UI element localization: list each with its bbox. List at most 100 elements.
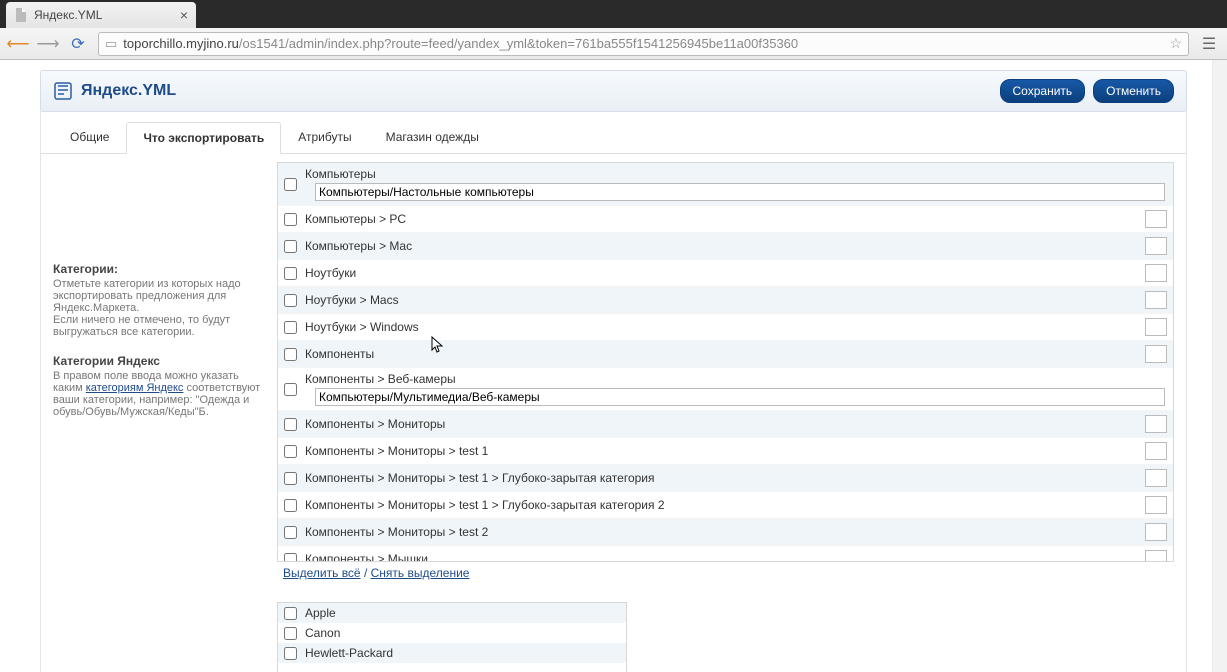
category-label: Ноутбуки > Macs bbox=[305, 293, 1137, 307]
page-header: Яндекс.YML Сохранить Отменить bbox=[40, 70, 1187, 112]
manufacturer-row: Apple bbox=[278, 603, 626, 623]
feed-icon bbox=[53, 81, 73, 101]
category-label: Компоненты > Мониторы > test 1 bbox=[305, 444, 1137, 458]
browser-tabbar: Яндекс.YML × bbox=[0, 0, 1227, 28]
category-label: Компьютеры bbox=[305, 167, 1167, 181]
category-label: Компоненты bbox=[305, 347, 1137, 361]
category-checkbox[interactable] bbox=[284, 178, 297, 191]
file-icon bbox=[14, 8, 28, 22]
yandex-categories-link[interactable]: категориям Яндекс bbox=[86, 382, 184, 394]
category-checkbox[interactable] bbox=[284, 445, 297, 458]
forward-icon[interactable]: ⟶ bbox=[38, 34, 58, 54]
category-mapping-input[interactable] bbox=[1145, 210, 1167, 228]
tab-0[interactable]: Общие bbox=[53, 121, 126, 153]
category-mapping-input[interactable] bbox=[1145, 318, 1167, 336]
selection-links: Выделить всё / Снять выделение bbox=[277, 562, 1174, 584]
category-checkbox[interactable] bbox=[284, 213, 297, 226]
categories-help: Отметьте категории из которых надо экспо… bbox=[53, 278, 263, 338]
category-checkbox[interactable] bbox=[284, 553, 297, 563]
category-mapping-input[interactable] bbox=[1145, 523, 1167, 541]
menu-icon[interactable]: ☰ bbox=[1199, 34, 1219, 54]
manufacturer-checkbox[interactable] bbox=[284, 607, 297, 620]
manufacturer-row: Canon bbox=[278, 623, 626, 643]
back-icon[interactable]: ⟵ bbox=[8, 34, 28, 54]
manufacturer-label: Canon bbox=[305, 626, 340, 640]
category-mapping-input[interactable] bbox=[1145, 496, 1167, 514]
category-label: Ноутбуки bbox=[305, 266, 1137, 280]
cancel-button[interactable]: Отменить bbox=[1093, 79, 1174, 103]
category-checkbox[interactable] bbox=[284, 383, 297, 396]
category-row: Компоненты > Мышки bbox=[278, 546, 1173, 562]
category-label: Компоненты > Мониторы > test 1 > Глубоко… bbox=[305, 498, 1137, 512]
category-label: Компоненты > Мониторы bbox=[305, 417, 1137, 431]
category-mapping-input[interactable] bbox=[1145, 345, 1167, 363]
globe-icon: ▭ bbox=[105, 36, 117, 52]
category-mapping-input[interactable] bbox=[1145, 442, 1167, 460]
tab-3[interactable]: Магазин одежды bbox=[369, 121, 496, 153]
category-mapping-input[interactable] bbox=[1145, 291, 1167, 309]
category-row: Компоненты bbox=[278, 341, 1173, 368]
category-label: Компоненты > Мышки bbox=[305, 552, 1137, 562]
category-checkbox[interactable] bbox=[284, 472, 297, 485]
tab-2[interactable]: Атрибуты bbox=[281, 121, 368, 153]
category-checkbox[interactable] bbox=[284, 321, 297, 334]
page-title: Яндекс.YML bbox=[81, 82, 176, 100]
category-mapping-input[interactable] bbox=[315, 388, 1165, 406]
category-label: Компоненты > Мониторы > test 2 bbox=[305, 525, 1137, 539]
deselect-all-link[interactable]: Снять выделение bbox=[371, 566, 470, 580]
tabs: ОбщиеЧто экспортироватьАтрибутыМагазин о… bbox=[41, 121, 1186, 154]
category-row: Компоненты > Мониторы bbox=[278, 411, 1173, 438]
category-checkbox[interactable] bbox=[284, 294, 297, 307]
category-mapping-input[interactable] bbox=[1145, 264, 1167, 282]
category-row: Компоненты > Мониторы > test 1 > Глубоко… bbox=[278, 492, 1173, 519]
category-row: Компоненты > Веб-камеры bbox=[278, 368, 1173, 411]
save-button[interactable]: Сохранить bbox=[1000, 79, 1086, 103]
categories-scrollbox[interactable]: Компьютеры Компьютеры > PC Компьютеры > Ma… bbox=[277, 162, 1174, 562]
url-host: toporchillo.myjino.ru bbox=[123, 36, 239, 51]
category-row: Компьютеры bbox=[278, 163, 1173, 206]
category-row: Ноутбуки > Macs bbox=[278, 287, 1173, 314]
category-row: Компоненты > Мониторы > test 1 > Глубоко… bbox=[278, 465, 1173, 492]
category-mapping-input[interactable] bbox=[1145, 469, 1167, 487]
manufacturers-scrollbox[interactable]: Apple Canon Hewlett-Packard bbox=[277, 602, 627, 672]
category-mapping-input[interactable] bbox=[1145, 415, 1167, 433]
reload-icon[interactable]: ⟳ bbox=[68, 34, 88, 54]
category-checkbox[interactable] bbox=[284, 526, 297, 539]
address-bar[interactable]: ▭ toporchillo.myjino.ru/os1541/admin/ind… bbox=[98, 32, 1189, 56]
category-mapping-input[interactable] bbox=[1145, 550, 1167, 562]
manufacturer-label: Apple bbox=[305, 606, 336, 620]
category-row: Компоненты > Мониторы > test 1 bbox=[278, 438, 1173, 465]
category-checkbox[interactable] bbox=[284, 348, 297, 361]
category-checkbox[interactable] bbox=[284, 418, 297, 431]
yandex-categories-heading: Категории Яндекс bbox=[53, 354, 263, 368]
category-label: Компьютеры > PC bbox=[305, 212, 1137, 226]
category-row: Компьютеры > Mac bbox=[278, 233, 1173, 260]
manufacturer-label: Hewlett-Packard bbox=[305, 646, 393, 660]
browser-toolbar: ⟵ ⟶ ⟳ ▭ toporchillo.myjino.ru/os1541/adm… bbox=[0, 28, 1227, 60]
manufacturer-checkbox[interactable] bbox=[284, 647, 297, 660]
url-path: /os1541/admin/index.php?route=feed/yande… bbox=[239, 36, 798, 51]
manufacturer-checkbox[interactable] bbox=[284, 627, 297, 640]
category-label: Компьютеры > Mac bbox=[305, 239, 1137, 253]
category-row: Компьютеры > PC bbox=[278, 206, 1173, 233]
page-scrollbar[interactable] bbox=[1212, 60, 1227, 672]
category-label: Компоненты > Мониторы > test 1 > Глубоко… bbox=[305, 471, 1137, 485]
category-row: Ноутбуки > Windows bbox=[278, 314, 1173, 341]
browser-tab-title: Яндекс.YML bbox=[34, 8, 102, 22]
manufacturer-row: Hewlett-Packard bbox=[278, 643, 626, 663]
category-mapping-input[interactable] bbox=[1145, 237, 1167, 255]
browser-tab[interactable]: Яндекс.YML × bbox=[6, 2, 196, 28]
bookmark-icon[interactable]: ☆ bbox=[1169, 35, 1182, 52]
category-checkbox[interactable] bbox=[284, 240, 297, 253]
close-icon[interactable]: × bbox=[180, 8, 188, 22]
category-label: Компоненты > Веб-камеры bbox=[305, 372, 1167, 386]
category-mapping-input[interactable] bbox=[315, 183, 1165, 201]
categories-heading: Категории: bbox=[53, 262, 263, 276]
yandex-categories-help: В правом поле ввода можно указать каким … bbox=[53, 370, 263, 418]
category-checkbox[interactable] bbox=[284, 499, 297, 512]
category-label: Ноутбуки > Windows bbox=[305, 320, 1137, 334]
tab-1[interactable]: Что экспортировать bbox=[126, 122, 281, 154]
select-all-link[interactable]: Выделить всё bbox=[283, 566, 361, 580]
category-row: Компоненты > Мониторы > test 2 bbox=[278, 519, 1173, 546]
category-checkbox[interactable] bbox=[284, 267, 297, 280]
